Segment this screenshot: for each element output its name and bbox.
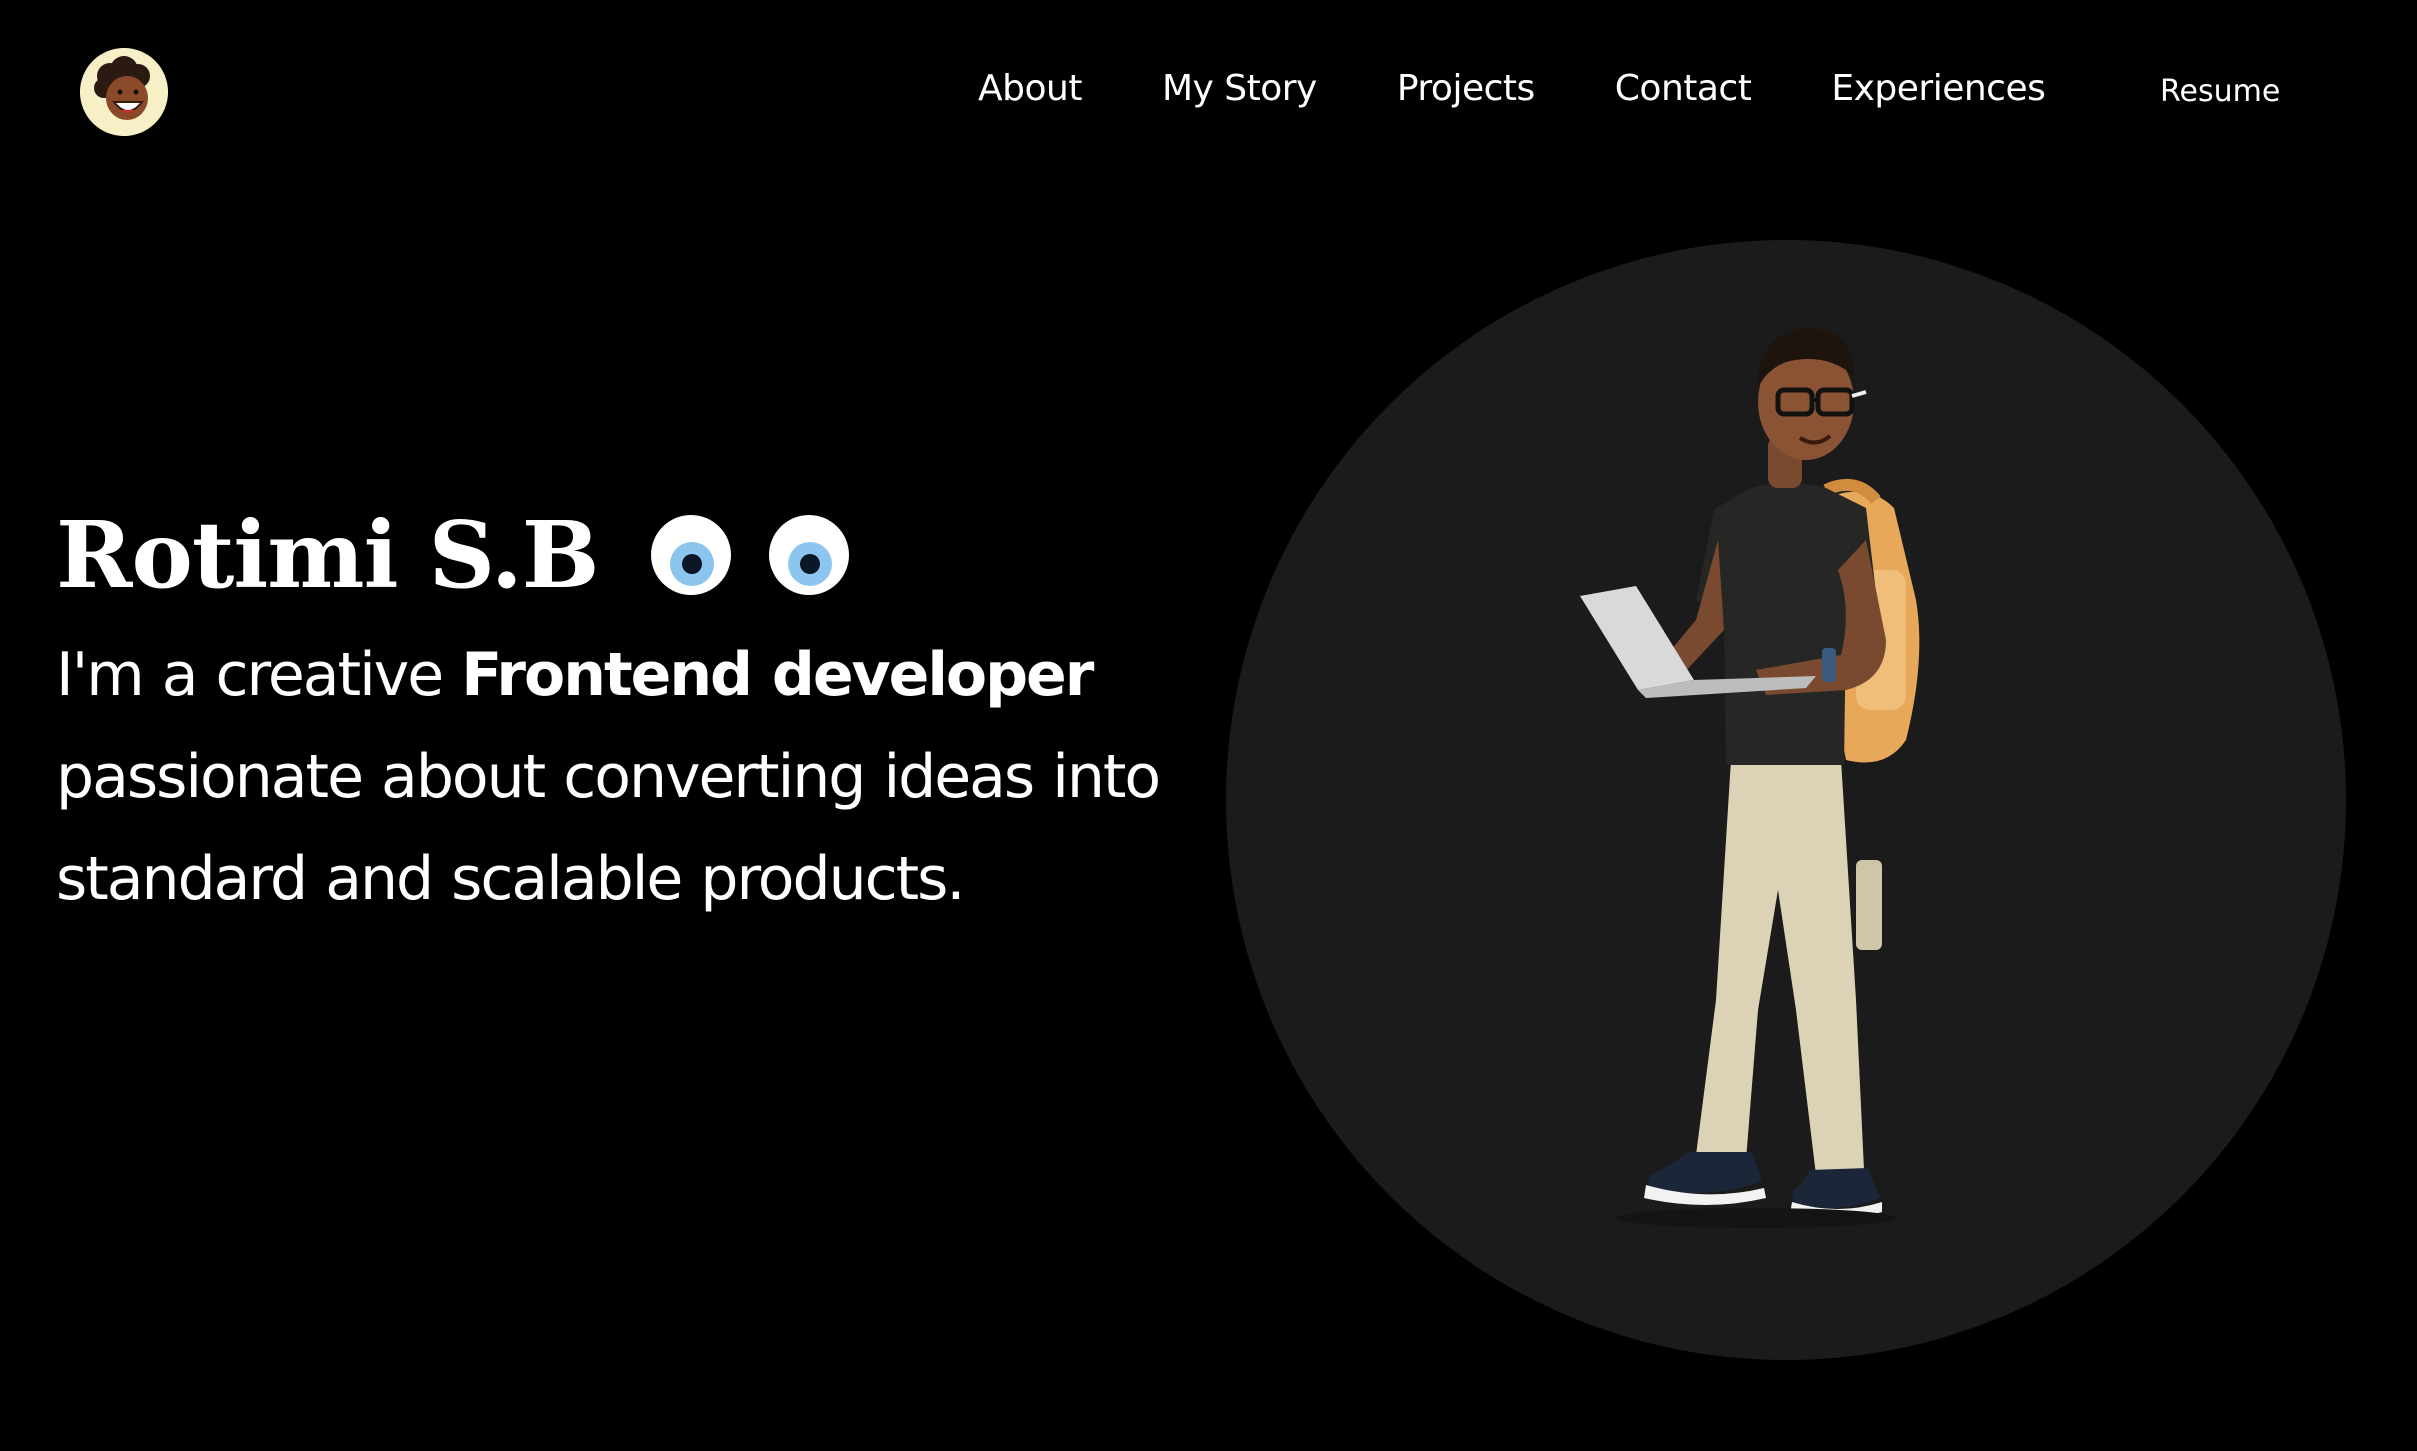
hero-section: Rotimi S.B I'm a creative Frontend devel… (56, 500, 1176, 930)
main-nav: About My Story Projects Contact Experien… (978, 68, 2046, 109)
nav-item-contact: Contact (1615, 68, 1752, 109)
nav-link-my-story[interactable]: My Story (1162, 68, 1317, 109)
nav-item-experiences: Experiences (1831, 68, 2046, 109)
nav-item-about: About (978, 68, 1082, 109)
nav-item-my-story: My Story (1162, 68, 1317, 109)
googly-eyes-icon (650, 515, 849, 595)
nav-link-projects[interactable]: Projects (1397, 68, 1535, 109)
resume-link[interactable]: Resume (2160, 74, 2280, 109)
tagline-role: Frontend developer (461, 640, 1094, 710)
nav-link-contact[interactable]: Contact (1615, 68, 1752, 109)
developer-avatar-illustration-icon (1580, 328, 1920, 1228)
hero-name: Rotimi S.B (56, 501, 600, 609)
left-eye-icon (650, 515, 731, 595)
tagline-rest: passionate about converting ideas into s… (56, 742, 1161, 914)
hero-tagline: I'm a creative Frontend developer passio… (56, 624, 1176, 930)
logo-avatar[interactable] (80, 48, 168, 136)
tagline-intro: I'm a creative (56, 640, 462, 710)
nav-link-experiences[interactable]: Experiences (1831, 68, 2046, 109)
avatar-backdrop (1226, 240, 2346, 1360)
hero-name-row: Rotimi S.B (56, 500, 1176, 610)
nav-link-about[interactable]: About (978, 68, 1082, 109)
cartoon-face-logo-icon (80, 48, 168, 136)
right-eye-icon (768, 515, 849, 595)
nav-item-projects: Projects (1397, 68, 1535, 109)
